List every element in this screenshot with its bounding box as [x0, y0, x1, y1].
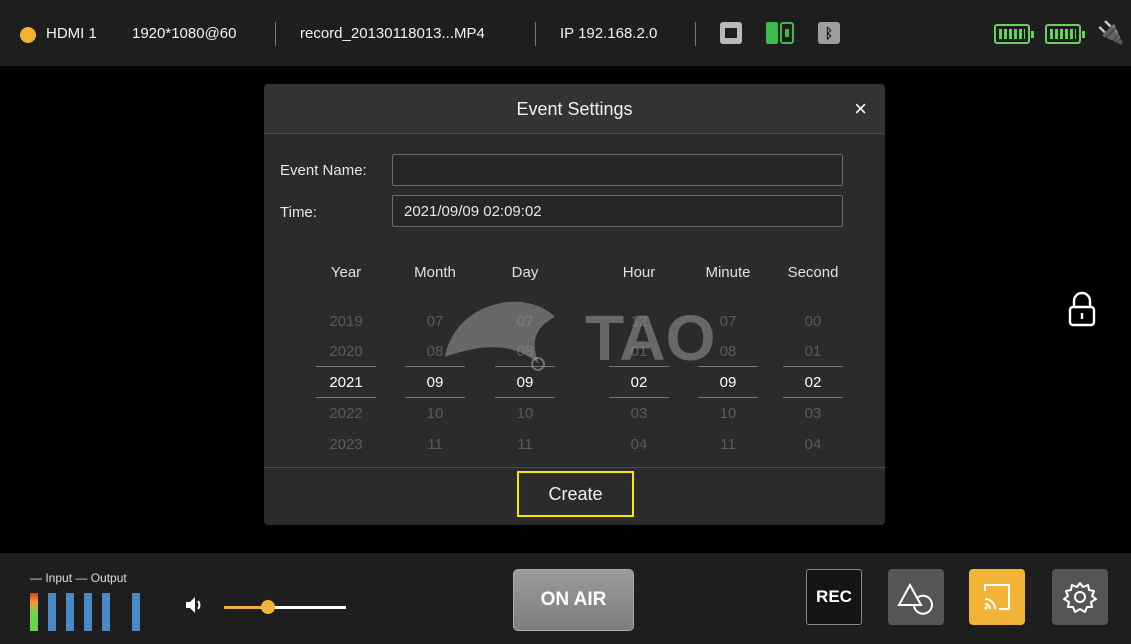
- ethernet-icon: [720, 22, 742, 44]
- resolution-readout: 1920*1080@60: [132, 25, 237, 42]
- audio-meter-input: [102, 593, 110, 631]
- picker-year-option[interactable]: 2023: [311, 436, 381, 453]
- audio-meter-input: [66, 593, 74, 631]
- picker-hour-option[interactable]: 02: [604, 374, 674, 391]
- create-button[interactable]: Create: [517, 471, 634, 517]
- bluetooth-icon: ᛒ: [818, 22, 840, 44]
- input-status-dot: [20, 27, 36, 43]
- cast-icon: [984, 584, 1010, 610]
- volume-slider-handle[interactable]: [261, 600, 275, 614]
- picker-selection-line: [783, 397, 843, 398]
- picker-month-option[interactable]: 08: [400, 343, 470, 360]
- power-plug-icon: 🔌: [1097, 20, 1125, 45]
- gear-icon: [1063, 582, 1097, 613]
- picker-hour-option[interactable]: 01: [604, 343, 674, 360]
- picker-month-option[interactable]: 11: [400, 436, 470, 453]
- picker-minute-option[interactable]: 08: [693, 343, 763, 360]
- sd-card-icon: [780, 22, 794, 44]
- sd-card-icon: [766, 22, 778, 44]
- picker-month-option[interactable]: 10: [400, 405, 470, 422]
- picker-second-option[interactable]: 04: [778, 436, 848, 453]
- picker-selection-line: [316, 397, 376, 398]
- speaker-icon[interactable]: [184, 594, 206, 616]
- picker-selection-line: [698, 397, 758, 398]
- column-hour: Hour: [622, 264, 656, 281]
- audio-meter-input: [48, 593, 56, 631]
- input-source: HDMI 1: [46, 25, 97, 42]
- column-month: Month: [414, 264, 456, 281]
- on-air-button[interactable]: ON AIR: [513, 569, 634, 631]
- column-day: Day: [511, 264, 539, 281]
- picker-minute-option[interactable]: 07: [693, 313, 763, 330]
- picker-selection-line: [405, 366, 465, 367]
- settings-button[interactable]: [1052, 569, 1108, 625]
- picker-selection-line: [316, 366, 376, 367]
- battery-icon: [994, 24, 1034, 44]
- battery-icon: [1045, 24, 1085, 44]
- picker-selection-line: [495, 397, 555, 398]
- status-bar: HDMI 1 1920*1080@60 record_20130118013..…: [0, 0, 1131, 66]
- picker-second-option[interactable]: 01: [778, 343, 848, 360]
- picker-minute-option[interactable]: 10: [693, 405, 763, 422]
- divider: [695, 22, 696, 46]
- divider: [535, 22, 536, 46]
- event-name-label: Event Name:: [280, 162, 367, 179]
- picker-day-option[interactable]: 11: [490, 436, 560, 453]
- audio-meter-output: [132, 593, 140, 631]
- picker-hour-option[interactable]: 03: [604, 405, 674, 422]
- record-file-name: record_20130118013...MP4: [300, 25, 485, 42]
- picker-minute-option[interactable]: 09: [693, 374, 763, 391]
- picker-year-option[interactable]: 2019: [311, 313, 381, 330]
- picker-day-option[interactable]: 07: [490, 313, 560, 330]
- divider: [275, 22, 276, 46]
- column-minute: Minute: [705, 264, 751, 281]
- picker-selection-line: [609, 366, 669, 367]
- column-second: Second: [787, 264, 839, 281]
- picker-selection-line: [495, 366, 555, 367]
- dialog-divider: [264, 467, 885, 468]
- rec-button[interactable]: REC: [806, 569, 862, 625]
- close-icon[interactable]: ×: [854, 98, 867, 120]
- picker-year-option[interactable]: 2022: [311, 405, 381, 422]
- time-field[interactable]: 2021/09/09 02:09:02: [392, 195, 843, 227]
- picker-hour-option[interactable]: 12: [604, 313, 674, 330]
- lock-icon[interactable]: [1064, 290, 1100, 330]
- time-label: Time:: [280, 204, 317, 221]
- ip-address: IP 192.168.2.0: [560, 25, 658, 42]
- shapes-button[interactable]: [888, 569, 944, 625]
- picker-minute-option[interactable]: 11: [693, 436, 763, 453]
- picker-month-option[interactable]: 07: [400, 313, 470, 330]
- audio-meter-input: [30, 593, 38, 631]
- picker-selection-line: [698, 366, 758, 367]
- picker-month-option[interactable]: 09: [400, 374, 470, 391]
- picker-selection-line: [609, 397, 669, 398]
- picker-year-option[interactable]: 2021: [311, 374, 381, 391]
- column-year: Year: [330, 264, 362, 281]
- picker-second-option[interactable]: 02: [778, 374, 848, 391]
- picker-day-option[interactable]: 08: [490, 343, 560, 360]
- dialog-header: Event Settings ×: [264, 84, 885, 134]
- picker-day-option[interactable]: 09: [490, 374, 560, 391]
- picker-selection-line: [783, 366, 843, 367]
- picker-selection-line: [405, 397, 465, 398]
- dialog-title: Event Settings: [516, 99, 633, 119]
- picker-day-option[interactable]: 10: [490, 405, 560, 422]
- picker-year-option[interactable]: 2020: [311, 343, 381, 360]
- bottom-toolbar: — Input — Output ON AIR REC: [0, 553, 1131, 644]
- picker-second-option[interactable]: 00: [778, 313, 848, 330]
- cast-button[interactable]: [969, 569, 1025, 625]
- io-meter-label: — Input — Output: [30, 571, 127, 585]
- picker-second-option[interactable]: 03: [778, 405, 848, 422]
- shapes-icon: [897, 582, 933, 615]
- picker-hour-option[interactable]: 04: [604, 436, 674, 453]
- event-name-field[interactable]: [392, 154, 843, 186]
- event-settings-dialog: Event Settings × Event Name: Time: 2021/…: [264, 84, 885, 525]
- audio-meter-input: [84, 593, 92, 631]
